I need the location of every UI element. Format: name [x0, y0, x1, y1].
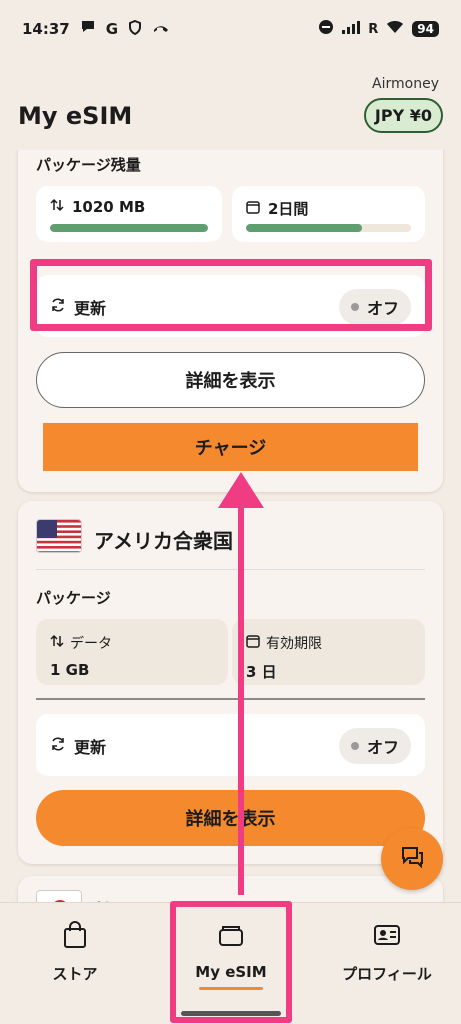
annotation-arrow: [218, 472, 264, 895]
home-indicator: [181, 1011, 281, 1016]
